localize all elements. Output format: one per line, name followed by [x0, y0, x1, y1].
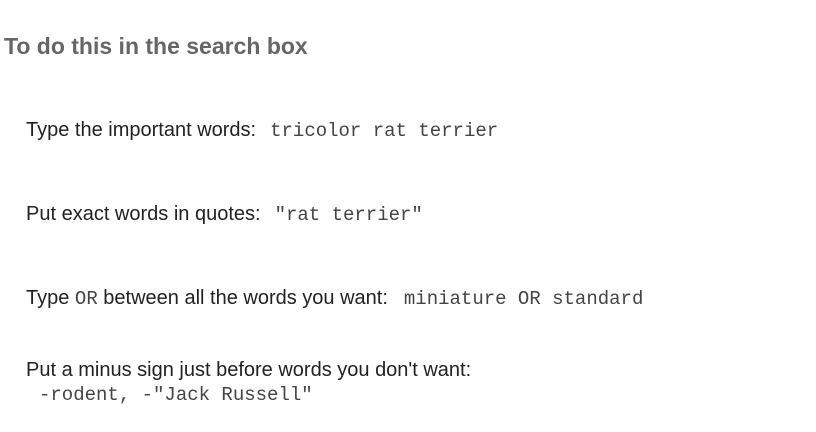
tip-label: Put a minus sign just before words you d…: [26, 359, 472, 381]
tip-label-after: between all the words you want:: [103, 287, 388, 309]
tip-or-operator: Type OR between all the words you want: m…: [26, 286, 643, 311]
search-example: tricolor rat terrier: [270, 120, 499, 142]
advanced-search-help: { "heading": "To do this in the search b…: [0, 0, 816, 432]
search-example: miniature OR standard: [403, 288, 644, 310]
or-operator-keyword: OR: [74, 288, 98, 310]
search-example: "rat terrier": [274, 204, 423, 226]
tip-exact-words: Put exact words in quotes: "rat terrier": [26, 202, 423, 227]
tip-label-before: Type: [26, 287, 70, 309]
tip-exclude-words: Put a minus sign just before words you d…: [26, 358, 471, 407]
tip-label: Type the important words:: [26, 119, 257, 141]
tip-important-words: Type the important words: tricolor rat te…: [26, 118, 498, 143]
tip-label: Put exact words in quotes:: [26, 203, 261, 225]
section-heading: To do this in the search box: [4, 33, 308, 59]
search-example: -rodent, -"Jack Russell": [39, 384, 313, 406]
